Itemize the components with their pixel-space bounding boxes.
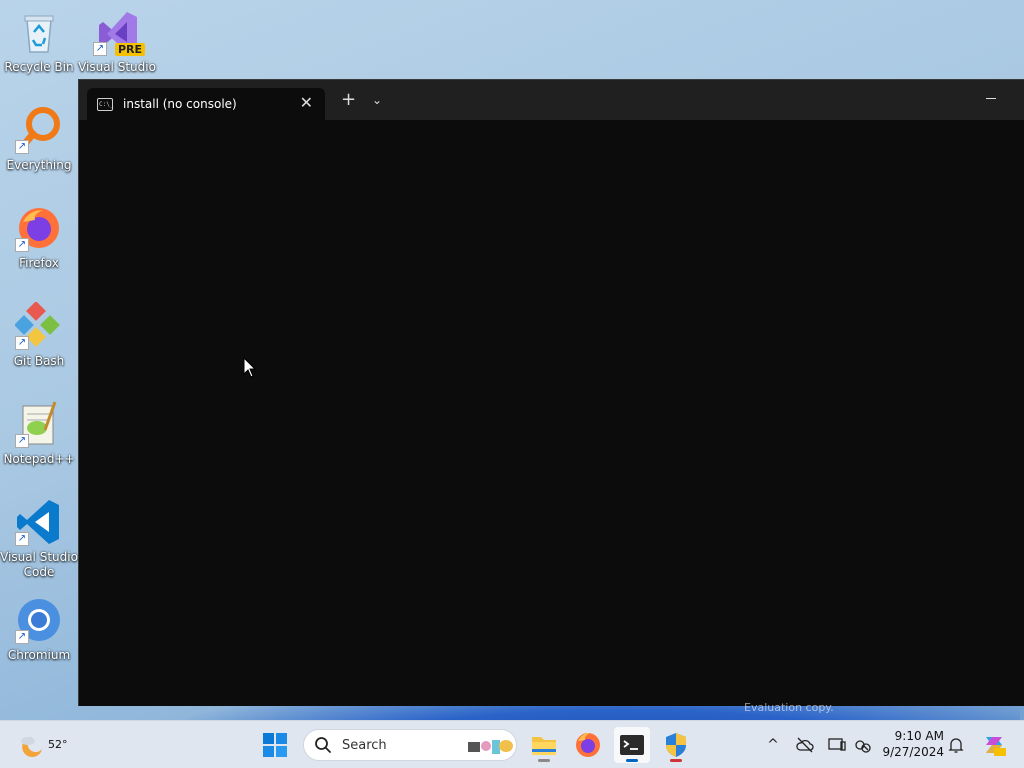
folder-icon xyxy=(532,737,556,755)
everything-icon: ↗ xyxy=(15,106,63,154)
desktop-icon-git-bash[interactable]: ↗ Git Bash xyxy=(0,301,78,369)
desktop-icon-label: Everything xyxy=(6,158,72,172)
taskbar: 52° Search ^ 9:10 AM 9/27/2024 xyxy=(0,720,1024,768)
terminal-tab[interactable]: C:\_ install (no console) ✕ xyxy=(87,88,325,120)
shortcut-arrow-icon: ↗ xyxy=(15,238,29,252)
firefox-icon xyxy=(576,733,600,757)
visual-studio-icon: PRE ↗ xyxy=(93,8,145,56)
desktop-icon-visual-studio[interactable]: PRE ↗ Visual Studio xyxy=(78,8,156,75)
app-active-indicator xyxy=(626,759,638,762)
weather-temperature: 52° xyxy=(48,738,68,751)
tab-title: install (no console) xyxy=(123,97,237,111)
chevron-up-icon[interactable]: ^ xyxy=(763,735,783,755)
chromium-icon: ↗ xyxy=(15,596,63,644)
desktop-icon-label: Visual Studio xyxy=(78,60,156,74)
git-bash-icon: ↗ xyxy=(14,301,63,350)
shortcut-arrow-icon: ↗ xyxy=(15,532,29,546)
app-running-indicator xyxy=(538,759,550,762)
shield-icon xyxy=(666,733,686,757)
search-highlight-icon xyxy=(468,740,513,754)
recycle-bin-icon xyxy=(15,8,63,56)
windows-start-icon[interactable] xyxy=(262,732,288,758)
clock-time: 9:10 AM xyxy=(894,729,944,743)
shortcut-arrow-icon: ↗ xyxy=(15,140,29,154)
vscode-icon: ↗ xyxy=(15,498,63,546)
clock-date: 9/27/2024 xyxy=(882,745,944,759)
console-area[interactable] xyxy=(79,120,1024,706)
minimize-button[interactable] xyxy=(986,98,996,99)
display-icon[interactable] xyxy=(827,735,847,755)
desktop-icon-recycle-bin[interactable]: Recycle Bin xyxy=(0,8,78,75)
terminal-titlebar[interactable]: C:\_ install (no console) ✕ + ⌄ xyxy=(79,80,1024,120)
weather-widget[interactable]: 52° xyxy=(16,729,68,761)
search-placeholder: Search xyxy=(342,737,387,753)
notification-bell-icon[interactable] xyxy=(946,735,966,755)
shortcut-arrow-icon: ↗ xyxy=(15,434,29,448)
taskbar-security[interactable] xyxy=(658,727,694,763)
taskbar-firefox[interactable] xyxy=(570,727,606,763)
cmd-icon: C:\_ xyxy=(97,97,113,111)
taskbar-terminal[interactable] xyxy=(614,727,650,763)
system-clock[interactable]: 9:10 AM 9/27/2024 xyxy=(880,728,944,760)
desktop-icon-everything[interactable]: ↗ Everything xyxy=(0,106,78,173)
cloud-off-icon[interactable] xyxy=(795,735,815,755)
firefox-icon: ↗ xyxy=(15,204,63,252)
desktop-icon-label: Firefox xyxy=(19,256,59,270)
mouse-cursor-icon xyxy=(243,357,257,378)
shortcut-arrow-icon: ↗ xyxy=(15,336,29,350)
new-tab-button[interactable]: + xyxy=(341,91,356,109)
desktop-icon-label: Chromium xyxy=(7,648,71,662)
network-disconnected-icon[interactable] xyxy=(853,735,873,755)
copilot-icon[interactable] xyxy=(980,731,1008,759)
desktop-icon-vscode[interactable]: ↗ Visual Studio Code xyxy=(0,498,78,580)
shortcut-arrow-icon: ↗ xyxy=(15,630,29,644)
weather-icon xyxy=(21,737,42,757)
evaluation-watermark: Evaluation copy. xyxy=(744,701,834,714)
notepad-plus-plus-icon: ↗ xyxy=(15,400,63,448)
search-icon xyxy=(315,737,331,753)
app-alert-indicator xyxy=(670,759,682,762)
desktop-icon-label: Visual Studio Code xyxy=(0,550,78,579)
pre-badge: PRE xyxy=(114,43,145,56)
desktop-icon-label: Recycle Bin xyxy=(4,60,74,74)
terminal-icon xyxy=(620,735,644,755)
terminal-window: C:\_ install (no console) ✕ + ⌄ xyxy=(78,79,1024,706)
chevron-down-icon[interactable]: ⌄ xyxy=(372,93,382,107)
shortcut-arrow-icon: ↗ xyxy=(93,42,107,56)
desktop-icon-notepad-plus-plus[interactable]: ↗ Notepad++ xyxy=(0,400,78,467)
desktop-icon-firefox[interactable]: ↗ Firefox xyxy=(0,204,78,271)
desktop-icon-label: Notepad++ xyxy=(3,452,75,466)
taskbar-file-explorer[interactable] xyxy=(526,727,562,763)
desktop-icon-chromium[interactable]: ↗ Chromium xyxy=(0,596,78,663)
desktop-icon-label: Git Bash xyxy=(13,354,65,368)
taskbar-search[interactable]: Search xyxy=(303,729,517,761)
close-icon[interactable]: ✕ xyxy=(300,94,313,112)
